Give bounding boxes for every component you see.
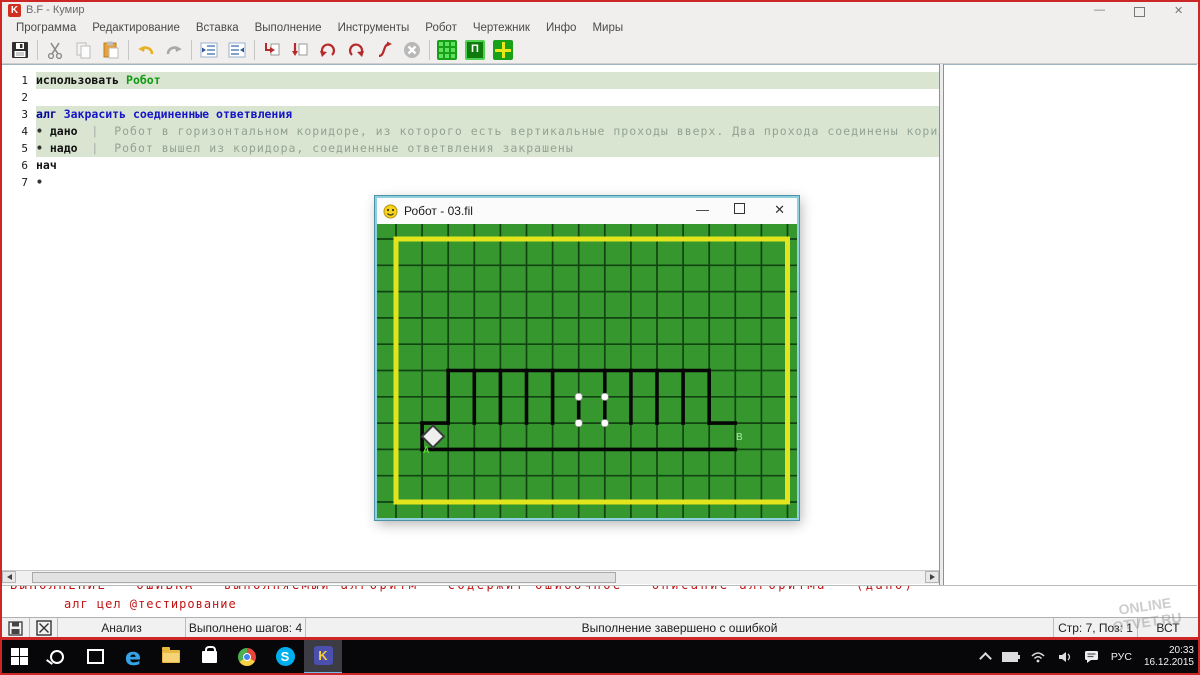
window-title: B.F - Кумир (26, 4, 85, 16)
menu-robot[interactable]: Робот (417, 22, 465, 34)
chrome-icon[interactable] (228, 640, 266, 673)
menu-vypolnenie[interactable]: Выполнение (247, 22, 330, 34)
menu-chertezhnik[interactable]: Чертежник (465, 22, 538, 34)
robot-field-window-icon[interactable]: П (461, 37, 489, 63)
robot-window[interactable]: Робот - 03.fil — ✕ AB (375, 196, 799, 520)
status-steps: Выполнено шагов: 4 (186, 618, 306, 638)
volume-icon[interactable] (1058, 651, 1072, 663)
error-output-pane: ВЫПОЛНЕНИЕ ОШИБКА выполняемый алгоритм с… (2, 585, 1197, 618)
robot-close-icon[interactable]: ✕ (774, 202, 785, 218)
menu-info[interactable]: Инфо (538, 22, 584, 34)
error-line-clipped: ВЫПОЛНЕНИЕ ОШИБКА выполняемый алгоритм с… (10, 586, 1190, 594)
status-message: Выполнение завершено с ошибкой (306, 618, 1054, 638)
toolbar: П (2, 37, 1198, 64)
task-view-icon[interactable] (76, 640, 114, 673)
status-save-icon[interactable] (2, 618, 30, 638)
toolbar-separator (128, 40, 129, 60)
scrollbar-thumb[interactable] (32, 572, 616, 583)
menu-vstavka[interactable]: Вставка (188, 22, 247, 34)
menu-redaktirovanie[interactable]: Редактирование (84, 22, 188, 34)
robot-field-grid-icon[interactable] (433, 37, 461, 63)
error-line: алг цел @тестирование (64, 597, 237, 611)
system-tray: РУС 20:33 16.12.2015 (975, 640, 1196, 673)
undo-icon[interactable] (132, 37, 160, 63)
paste-icon[interactable] (97, 37, 125, 63)
code-line[interactable]: 1 использовать Робот (2, 72, 939, 89)
robot-smiley-icon (383, 204, 398, 219)
code-line[interactable]: 7 • (2, 174, 939, 191)
add-indent-icon[interactable] (195, 37, 223, 63)
code-line[interactable]: 4 • дано | Робот в горизонтальном коридо… (2, 123, 939, 140)
robot-field-cross-icon[interactable] (489, 37, 517, 63)
copy-icon[interactable] (69, 37, 97, 63)
svg-text:B: B (736, 432, 743, 443)
kumir-taskbar-icon[interactable]: K (304, 639, 342, 674)
code-line[interactable]: 5 • надо | Робот вышел из коридора, соед… (2, 140, 939, 157)
edge-icon[interactable]: e (114, 640, 152, 673)
menu-miry[interactable]: Миры (584, 22, 631, 34)
stop-icon[interactable] (398, 37, 426, 63)
window-titlebar: K B.F - Кумир — ✕ (2, 2, 1198, 19)
step-into-icon[interactable] (258, 37, 286, 63)
code-line[interactable]: 3 алг Закрасить соединенные ответвления (2, 106, 939, 123)
scroll-right-icon[interactable] (925, 571, 939, 583)
screen: K B.F - Кумир — ✕ Программа Редактирован… (0, 0, 1200, 675)
status-bar: Анализ Выполнено шагов: 4 Выполнение зав… (2, 617, 1198, 638)
code-line[interactable]: 2 (2, 89, 939, 106)
rotate-right-icon[interactable] (342, 37, 370, 63)
toolbar-separator (37, 40, 38, 60)
windows-taskbar: e S K РУС 20:33 16.12.2015 (0, 640, 1200, 673)
remove-indent-icon[interactable] (223, 37, 251, 63)
menu-bar: Программа Редактирование Вставка Выполне… (2, 19, 1198, 37)
start-button-icon[interactable] (0, 640, 38, 673)
clock[interactable]: 20:33 16.12.2015 (1144, 645, 1194, 669)
robot-window-title: Робот - 03.fil (404, 204, 473, 218)
robot-window-titlebar[interactable]: Робот - 03.fil — ✕ (377, 198, 797, 224)
battery-icon[interactable] (1002, 652, 1018, 662)
file-explorer-icon[interactable] (152, 640, 190, 673)
robot-maximize-icon[interactable] (734, 203, 745, 214)
scroll-left-icon[interactable] (2, 571, 16, 583)
horizontal-scrollbar[interactable] (2, 570, 939, 584)
robot-field[interactable]: AB (377, 224, 797, 518)
toolbar-separator (429, 40, 430, 60)
status-close-icon[interactable] (30, 618, 58, 638)
redo-icon[interactable] (160, 37, 188, 63)
menu-programma[interactable]: Программа (8, 22, 84, 34)
robot-minimize-icon[interactable]: — (696, 202, 709, 217)
cut-icon[interactable] (41, 37, 69, 63)
minimize-icon[interactable]: — (1094, 4, 1105, 16)
step-down-icon[interactable] (286, 37, 314, 63)
swap-run-icon[interactable] (370, 37, 398, 63)
toolbar-separator (254, 40, 255, 60)
status-analysis: Анализ (58, 618, 186, 638)
skype-icon[interactable]: S (266, 640, 304, 673)
kumir-app-icon: K (8, 4, 21, 17)
code-line[interactable]: 6 нач (2, 157, 939, 174)
language-indicator[interactable]: РУС (1111, 651, 1132, 663)
red-frame-line (0, 637, 1200, 640)
tray-chevron-icon[interactable] (981, 651, 990, 663)
secondary-pane (944, 64, 1197, 586)
menu-instrumenty[interactable]: Инструменты (330, 22, 418, 34)
wifi-icon[interactable] (1030, 651, 1046, 663)
save-icon[interactable] (6, 37, 34, 63)
notification-icon[interactable] (1084, 650, 1099, 663)
close-icon[interactable]: ✕ (1174, 4, 1183, 17)
svg-text:A: A (423, 445, 430, 455)
rotate-left-icon[interactable] (314, 37, 342, 63)
maximize-icon[interactable] (1134, 7, 1145, 17)
toolbar-separator (191, 40, 192, 60)
search-icon[interactable] (38, 640, 76, 673)
store-icon[interactable] (190, 640, 228, 673)
